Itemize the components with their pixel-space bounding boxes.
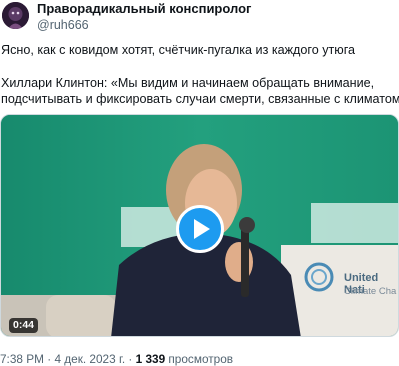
meta-separator-2: ·: [128, 352, 133, 366]
tweet-text-line-1: Ясно, как с ковидом хотят, счётчик-пугал…: [1, 43, 356, 57]
tweet-text: Ясно, как с ковидом хотят, счётчик-пугал…: [1, 42, 399, 107]
play-icon: [194, 219, 210, 239]
author-display-name[interactable]: Праворадикальный конспиролог: [37, 1, 251, 17]
tweet-text-line-2: Хиллари Клинтон: «Мы видим и начинаем об…: [1, 76, 375, 90]
video-banner-text-2: Climate Cha: [344, 286, 397, 297]
author-handle[interactable]: @ruh666: [37, 17, 251, 33]
author-block: Праворадикальный конспиролог @ruh666: [37, 1, 251, 33]
views-label: просмотров: [168, 352, 234, 366]
tweet: Праворадикальный конспиролог @ruh666 Ясн…: [0, 0, 399, 366]
video-duration-badge: 0:44: [9, 318, 39, 333]
views-count: 1 339: [135, 352, 166, 366]
play-button[interactable]: [176, 205, 224, 253]
tweet-time[interactable]: 7:38 PM: [0, 352, 44, 366]
tweet-date[interactable]: 4 дек. 2023 г.: [54, 352, 125, 366]
meta-separator: ·: [47, 352, 52, 366]
video-player[interactable]: United Nati Climate Cha 0:44: [0, 114, 399, 337]
tweet-text-line-3: подсчитывать и фиксировать случаи смерти…: [1, 92, 399, 106]
tweet-meta: 7:38 PM · 4 дек. 2023 г. · 1 339 просмот…: [0, 352, 233, 366]
avatar[interactable]: [2, 2, 29, 29]
